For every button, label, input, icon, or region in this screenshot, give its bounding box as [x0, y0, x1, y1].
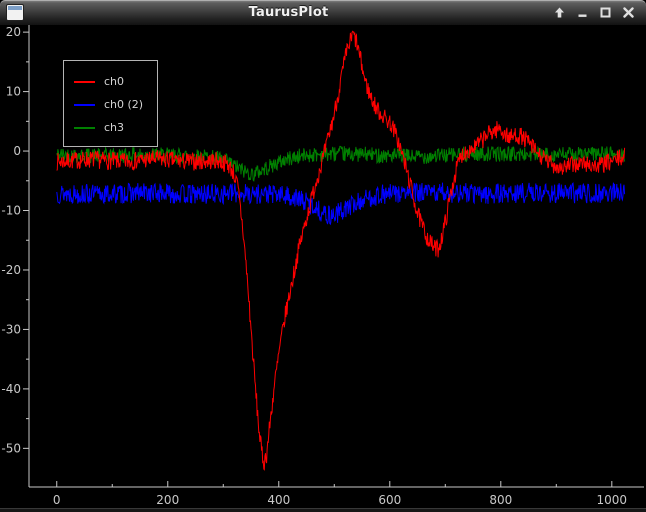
legend-line-sample-2	[74, 127, 95, 129]
shade-button[interactable]	[553, 6, 566, 20]
y-tick-label: 0	[13, 144, 21, 158]
minimize-button[interactable]	[576, 6, 589, 20]
y-tick-label: -40	[1, 382, 21, 396]
x-tick-label: 600	[378, 493, 401, 507]
y-tick-label: 20	[6, 25, 21, 39]
maximize-icon	[600, 7, 611, 18]
legend-label-2: ch3	[104, 122, 124, 133]
window-icon[interactable]	[6, 4, 24, 21]
close-icon	[623, 7, 634, 18]
legend-item-1[interactable]: ch0 (2)	[74, 93, 157, 116]
x-tick-label: 0	[53, 493, 61, 507]
maximize-button[interactable]	[599, 6, 612, 20]
x-tick-label: 400	[267, 493, 290, 507]
up-arrow-icon	[554, 7, 565, 18]
window-title: TaurusPlot	[24, 5, 553, 20]
y-tick-label: -30	[1, 322, 21, 336]
curve-ch0-2-	[57, 183, 625, 224]
y-tick-label: -50	[1, 441, 21, 455]
legend-item-0[interactable]: ch0	[74, 70, 157, 93]
minimize-icon	[577, 7, 588, 18]
legend-label-0: ch0	[104, 76, 124, 87]
plot-area[interactable]: 0 200 400 600 800 1000 20 10 0 -10 -20 -30 -40 -50 ch…	[0, 25, 646, 512]
legend: ch0 ch0 (2) ch3	[63, 60, 158, 147]
close-button[interactable]	[622, 6, 635, 20]
y-tick-label: -10	[1, 204, 21, 218]
titlebar-buttons	[553, 6, 635, 20]
y-tick-label: -20	[1, 263, 21, 277]
titlebar[interactable]: TaurusPlot	[0, 0, 646, 25]
x-tick-label: 1000	[597, 493, 628, 507]
y-tick-label: 10	[6, 85, 21, 99]
x-tick-label: 800	[489, 493, 512, 507]
taurusplot-window: TaurusPlot	[0, 0, 646, 512]
legend-line-sample-1	[74, 104, 95, 106]
x-tick-label: 200	[156, 493, 179, 507]
legend-label-1: ch0 (2)	[104, 99, 143, 110]
legend-line-sample-0	[74, 81, 95, 83]
legend-item-2[interactable]: ch3	[74, 116, 157, 139]
window-icon-bar	[8, 6, 22, 10]
